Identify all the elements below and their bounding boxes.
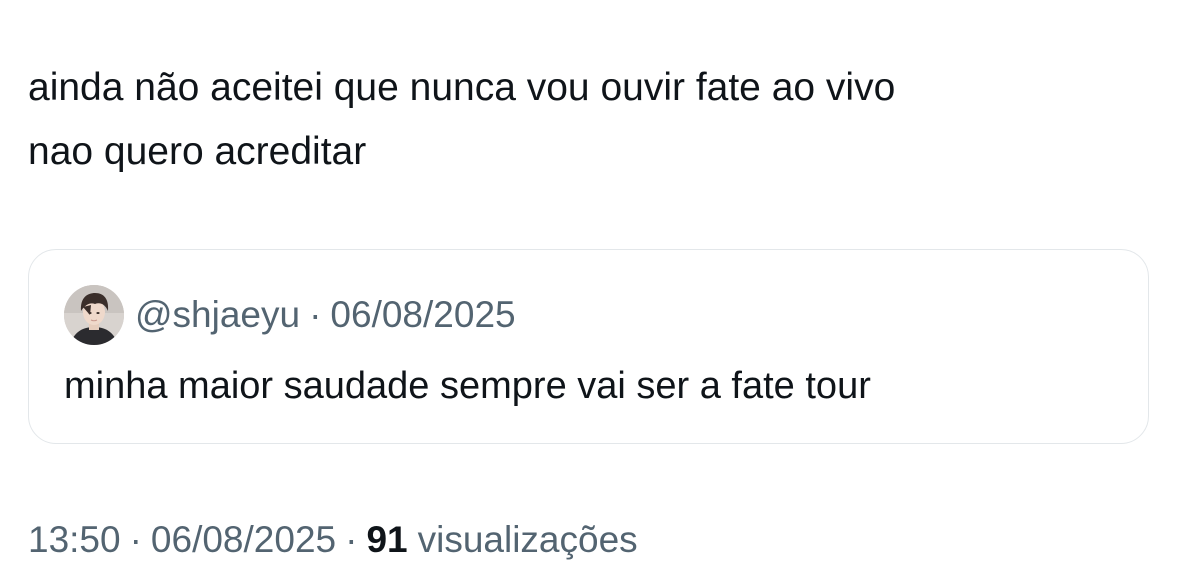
tweet-text-line-1: ainda não aceitei que nunca vou ouvir fa… bbox=[28, 66, 896, 109]
meta-separator: · bbox=[309, 294, 322, 335]
footer-separator-2: · bbox=[345, 519, 358, 560]
tweet-date[interactable]: 06/08/2025 bbox=[151, 514, 336, 566]
footer-separator-1: · bbox=[129, 519, 142, 560]
quoted-tweet-meta: @shjaeyu · 06/08/2025 bbox=[135, 294, 516, 336]
tweet-footer-meta: 13:50 · 06/08/2025 · 91 visualizações bbox=[28, 514, 638, 566]
quoted-tweet-card[interactable]: @shjaeyu · 06/08/2025 minha maior saudad… bbox=[28, 249, 1149, 444]
tweet-text: ainda não aceitei que nunca vou ouvir fa… bbox=[28, 56, 1148, 184]
quoted-tweet-handle[interactable]: @shjaeyu bbox=[135, 294, 300, 336]
tweet-text-line-2: nao quero acreditar bbox=[28, 130, 367, 173]
quoted-tweet-text: minha maior saudade sempre vai ser a fat… bbox=[64, 365, 871, 407]
tweet-time[interactable]: 13:50 bbox=[28, 514, 121, 566]
avatar[interactable] bbox=[64, 285, 124, 345]
quoted-tweet-header: @shjaeyu · 06/08/2025 bbox=[64, 285, 516, 345]
quoted-tweet-date[interactable]: 06/08/2025 bbox=[330, 294, 515, 336]
avatar-image bbox=[64, 285, 124, 345]
views-count: 91 bbox=[366, 519, 408, 560]
views-label: visualizações bbox=[417, 519, 638, 560]
